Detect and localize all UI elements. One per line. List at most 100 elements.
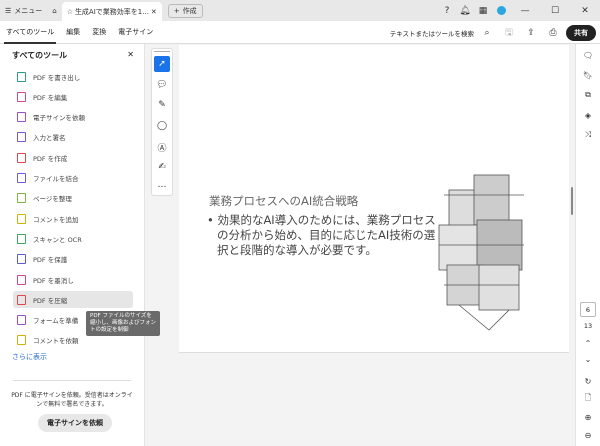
current-page-input[interactable]: 6 — [580, 302, 596, 317]
tool-item[interactable]: スキャンと OCR — [13, 230, 133, 247]
previous-page-icon[interactable]: ⌃ — [580, 336, 596, 350]
tool-item[interactable]: コメントを追加 — [13, 210, 133, 227]
home-button[interactable]: ⌂ — [47, 0, 61, 21]
tool-label: PDF を編集 — [33, 93, 68, 102]
tab-edit[interactable]: 編集 — [60, 21, 86, 44]
cloud-upload-icon[interactable]: ⇪ — [522, 28, 540, 38]
building-illustration — [438, 174, 524, 331]
tooltip: PDF ファイルのサイズを縮小し、画像およびフォントの設定を制御 — [86, 311, 160, 336]
bookmarks-icon[interactable]: 🔖︎ — [580, 68, 596, 82]
page-fit-icon[interactable]: 🗋︎ — [580, 392, 596, 406]
next-page-icon[interactable]: ⌄ — [580, 352, 596, 366]
tool-label: PDF を書き出し — [33, 73, 81, 82]
compare-icon[interactable]: ⤨ — [580, 128, 596, 142]
pdf-page: 業務プロセスへのAI統合戦略 • 効果的なAI導入のためには、業務プロセスの分析… — [179, 45, 569, 353]
tool-item[interactable]: PDF を書き出し — [13, 68, 133, 85]
search-tools[interactable]: テキストまたはツールを検索 — [390, 28, 474, 38]
tool-icon — [17, 335, 26, 346]
tool-item[interactable]: 電子サインを依頼 — [13, 109, 133, 126]
tool-icon — [17, 132, 26, 143]
tool-icon — [17, 173, 26, 183]
title-bar: ☰ メニュー ⌂ ☆ 生成AIで業務効率を1... ✕ + 作成 ? 🔔︎ ▦ — ☐ … — [0, 0, 600, 21]
tool-item[interactable]: PDF を保護 — [13, 251, 133, 268]
tool-icon — [17, 193, 26, 204]
close-panel-icon[interactable]: ✕ — [127, 50, 134, 59]
close-window-button[interactable]: ✕ — [570, 6, 600, 16]
tool-label: PDF を作成 — [33, 154, 68, 163]
zoom-out-icon[interactable]: ⊖ — [580, 428, 596, 442]
tool-icon — [17, 254, 26, 265]
star-icon: ☆ — [66, 7, 74, 16]
tool-item[interactable]: PDF を作成 — [13, 149, 133, 166]
document-tab[interactable]: ☆ 生成AIで業務効率を1... ✕ — [61, 2, 162, 21]
tool-icon — [17, 274, 26, 285]
print-icon[interactable]: ⎙ — [544, 28, 562, 38]
more-tools-icon[interactable]: … — [154, 177, 170, 193]
minimize-button[interactable]: — — [510, 6, 540, 16]
tool-icon — [17, 233, 26, 244]
slide-title: 業務プロセスへのAI統合戦略 — [209, 194, 359, 208]
tool-icon — [17, 213, 26, 224]
tool-label: ファイルを結合 — [33, 175, 79, 183]
right-rail: 🗨︎ 🔖︎ ⧉ ◈ ⤨ 6 13 ⌃ ⌄ ↻ 🗋︎ ⊕ ⊖ — [575, 44, 600, 446]
avatar[interactable] — [492, 6, 510, 15]
tool-menubar: すべてのツール 編集 変換 電子サイン テキストまたはツールを検索 ⌕ 🖫︎ ⇪… — [0, 21, 600, 44]
tab-convert[interactable]: 変換 — [86, 21, 112, 44]
search-icon[interactable]: ⌕ — [478, 28, 496, 38]
promo-text: PDF に電子サインを依頼。受信者はオンラインで無料で署名できます。 — [11, 392, 133, 408]
tool-label: コメントを依頼 — [33, 337, 79, 346]
help-icon[interactable]: ? — [438, 6, 456, 16]
zoom-in-icon[interactable]: ⊕ — [580, 410, 596, 424]
lasso-tool-icon[interactable]: ◯ — [154, 118, 170, 134]
tool-item[interactable]: 入力と署名 — [13, 129, 133, 146]
tool-label: スキャンと OCR — [33, 235, 82, 244]
tool-icon — [17, 152, 26, 163]
tool-label: PDF を保護 — [33, 256, 68, 265]
bell-icon[interactable]: 🔔︎ — [456, 6, 474, 16]
pages-icon[interactable]: ⧉ — [580, 88, 596, 102]
tool-icon — [17, 91, 26, 102]
rotate-icon[interactable]: ↻ — [580, 374, 596, 388]
show-more-link[interactable]: さらに表示 — [12, 352, 47, 362]
layers-icon[interactable]: ◈ — [580, 108, 596, 122]
tool-item[interactable]: PDF を墨消し — [13, 271, 133, 288]
tool-label: PDF を墨消し — [33, 276, 74, 285]
tool-icon — [17, 112, 26, 123]
tool-label: 電子サインを依頼 — [33, 114, 85, 123]
share-button[interactable]: 共有 — [566, 24, 596, 41]
hamburger-icon: ☰ — [5, 6, 12, 15]
request-esign-button[interactable]: 電子サインを依頼 — [38, 414, 112, 432]
tool-icon — [17, 315, 26, 326]
pen-tool-icon[interactable]: ✎ — [154, 97, 170, 113]
text-select-tool-icon[interactable]: Ⓐ — [154, 139, 170, 155]
menu-button[interactable]: ☰ メニュー — [0, 0, 47, 21]
comments-icon[interactable]: 🗨︎ — [580, 48, 596, 62]
select-tool-icon[interactable]: ➚ — [154, 56, 170, 72]
tab-all-tools[interactable]: すべてのツール — [0, 21, 60, 44]
divider — [13, 380, 131, 381]
tool-item[interactable]: ファイルを結合 — [13, 170, 133, 187]
quick-tools-bar: ➚ 💬︎ ✎ ◯ Ⓐ ✍ … — [151, 48, 173, 196]
slide-bullet: • 効果的なAI導入のためには、業務プロセスの分析から始め、目的に応じたAI技術… — [207, 213, 436, 257]
maximize-button[interactable]: ☐ — [540, 6, 570, 16]
tool-icon — [17, 294, 26, 305]
sign-tool-icon[interactable]: ✍ — [154, 159, 170, 175]
panel-title: すべてのツール — [12, 51, 68, 60]
all-tools-panel: すべてのツール ✕ PDF を書き出し PDF を編集 電子サインを依頼 入力と署名 P… — [0, 44, 145, 446]
tool-item[interactable]: PDF を圧縮 — [13, 291, 133, 309]
apps-grid-icon[interactable]: ▦ — [474, 6, 492, 16]
tool-item[interactable]: ページを整理 — [13, 190, 133, 207]
tab-esign[interactable]: 電子サイン — [112, 21, 159, 44]
tool-label: PDF を圧縮 — [33, 296, 68, 305]
tool-label: 入力と署名 — [33, 134, 66, 143]
total-pages: 13 — [583, 322, 593, 330]
tool-icon — [17, 71, 26, 82]
close-tab-icon[interactable]: ✕ — [151, 8, 157, 16]
tool-label: コメントを追加 — [33, 215, 79, 224]
save-icon[interactable]: 🖫︎ — [500, 25, 518, 41]
comment-tool-icon[interactable]: 💬︎ — [154, 77, 170, 93]
tool-label: フォームを準備 — [33, 317, 79, 326]
tool-item[interactable]: PDF を編集 — [13, 88, 133, 105]
scrollbar-thumb[interactable] — [571, 187, 573, 215]
create-button[interactable]: + 作成 — [167, 3, 203, 18]
